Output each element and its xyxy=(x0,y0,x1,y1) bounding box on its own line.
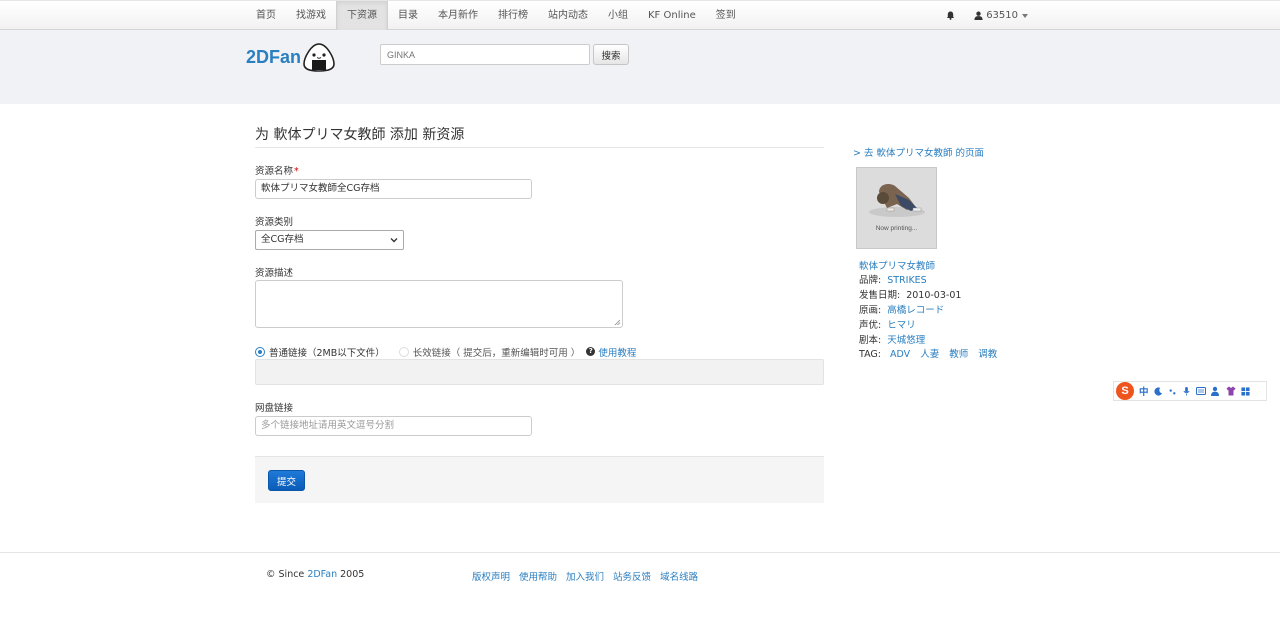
writer-link[interactable]: 天城悠理 xyxy=(887,335,925,346)
description-label: 资源描述 xyxy=(255,268,294,279)
link-type-radio-group: 普通链接（2MB以下文件） 长效链接（ 提交后，重新编辑时可用 ） ? 使用教程 xyxy=(255,345,636,359)
radio-normal-link[interactable] xyxy=(255,346,265,357)
required-mark: * xyxy=(294,166,299,177)
radio-long-link-label[interactable]: 长效链接（ 提交后，重新编辑时可用 ） xyxy=(413,345,581,359)
user-icon xyxy=(974,11,983,20)
tag-link[interactable]: 调教 xyxy=(978,349,997,360)
nav-item-rankings[interactable]: 排行榜 xyxy=(488,1,538,30)
ime-chinese-mode[interactable]: 中 xyxy=(1139,384,1149,398)
ime-toolbar[interactable]: S 中 xyxy=(1113,381,1267,401)
goto-game-page-link[interactable]: > 去 軟体プリマ女教師 的页面 xyxy=(853,145,984,159)
info-cv-row: 声优: ヒマリ xyxy=(859,320,916,331)
release-date: 2010-03-01 xyxy=(906,290,962,301)
nav-item-home[interactable]: 首页 xyxy=(246,1,286,30)
chevron-down-icon xyxy=(390,238,398,243)
nav-right: 63510 xyxy=(940,1,1028,30)
site-header: 2DFan 搜索 xyxy=(0,30,1280,104)
resource-name-input[interactable]: 軟体プリマ女教師全CG存档 xyxy=(255,179,532,199)
game-title-link[interactable]: 軟体プリマ女教師 xyxy=(859,261,935,272)
title-divider xyxy=(255,147,824,148)
radio-normal-link-label[interactable]: 普通链接（2MB以下文件） xyxy=(269,345,385,359)
footer-link-domains[interactable]: 域名线路 xyxy=(660,569,698,583)
bell-icon[interactable] xyxy=(940,1,960,30)
footer-links: 版权声明 使用帮助 加入我们 站务反馈 域名线路 xyxy=(472,569,707,583)
search-input[interactable] xyxy=(380,44,590,65)
help-tutorial-link[interactable]: 使用教程 xyxy=(598,345,636,359)
resource-name-label: 资源名称* xyxy=(255,166,299,177)
footer-copyright: © Since 2DFan 2005 xyxy=(266,569,365,580)
brand-link[interactable]: STRIKES xyxy=(887,275,927,286)
skin-shirt-icon[interactable] xyxy=(1226,386,1236,396)
voice-actor-link[interactable]: ヒマリ xyxy=(887,320,916,331)
info-brand-row: 品牌: STRIKES xyxy=(859,275,927,286)
resize-grip-icon[interactable] xyxy=(614,319,621,326)
tag-link[interactable]: 人妻 xyxy=(920,349,939,360)
site-logo[interactable]: 2DFan xyxy=(246,47,301,68)
file-upload-area[interactable] xyxy=(255,359,824,385)
sogou-logo-icon[interactable]: S xyxy=(1116,382,1134,400)
tag-link[interactable]: ADV xyxy=(890,349,910,360)
microphone-icon[interactable] xyxy=(1182,386,1191,396)
question-circle-icon: ? xyxy=(586,347,596,356)
nav-item-activity[interactable]: 站内动态 xyxy=(538,1,598,30)
footer-brand-link[interactable]: 2DFan xyxy=(307,569,337,580)
tag-link[interactable]: 教师 xyxy=(949,349,968,360)
category-label: 资源类别 xyxy=(255,217,294,228)
footer-link-help[interactable]: 使用帮助 xyxy=(519,569,557,583)
nav-item-find-games[interactable]: 找游戏 xyxy=(286,1,336,30)
nav-item-downloads[interactable]: 下资源 xyxy=(336,1,388,30)
page-title: 为 軟体プリマ女教師 添加 新资源 xyxy=(255,127,465,143)
category-selected-value: 全CG存档 xyxy=(261,234,304,245)
nav-item-new-this-month[interactable]: 本月新作 xyxy=(428,1,488,30)
footer-link-copyright[interactable]: 版权声明 xyxy=(472,569,510,583)
footer-link-join-us[interactable]: 加入我们 xyxy=(566,569,604,583)
moon-icon[interactable] xyxy=(1153,386,1163,396)
category-select[interactable]: 全CG存档 xyxy=(255,230,404,250)
artist-link[interactable]: 高橋レコード xyxy=(887,305,944,316)
nav-menu: 首页 找游戏 下资源 目录 本月新作 排行榜 站内动态 小组 KF Online… xyxy=(246,1,746,30)
username: 63510 xyxy=(986,10,1018,21)
info-writer-row: 剧本: 天城悠理 xyxy=(859,335,926,346)
radio-long-link[interactable] xyxy=(398,346,409,357)
form-actions: 提交 xyxy=(255,456,824,503)
description-textarea[interactable] xyxy=(255,280,623,328)
game-cover-image[interactable]: Now printing... xyxy=(856,167,937,249)
keyboard-icon[interactable] xyxy=(1195,387,1206,395)
netdisk-label: 网盘链接 xyxy=(255,403,294,414)
nav-item-catalog[interactable]: 目录 xyxy=(388,1,428,30)
punctuation-icon[interactable] xyxy=(1168,387,1177,396)
user-menu-dropdown[interactable]: 63510 xyxy=(974,10,1028,21)
nav-item-kf-online[interactable]: KF Online xyxy=(638,1,706,30)
nav-item-groups[interactable]: 小组 xyxy=(598,1,638,30)
chevron-down-icon xyxy=(1022,13,1028,18)
info-art-row: 原画: 高橋レコード xyxy=(859,305,945,316)
submit-button[interactable]: 提交 xyxy=(268,470,305,491)
search-button[interactable]: 搜索 xyxy=(593,44,629,65)
now-printing-figure-icon xyxy=(869,184,925,217)
footer-link-feedback[interactable]: 站务反馈 xyxy=(613,569,651,583)
netdisk-links-input[interactable]: 多个链接地址请用英文逗号分割 xyxy=(255,416,532,436)
info-date-row: 发售日期: 2010-03-01 xyxy=(859,290,962,301)
onigiri-mascot-icon xyxy=(303,43,335,72)
footer-divider xyxy=(0,552,1280,553)
cover-caption: Now printing... xyxy=(875,225,918,232)
top-navbar: 首页 找游戏 下资源 目录 本月新作 排行榜 站内动态 小组 KF Online… xyxy=(0,0,1280,30)
grid-menu-icon[interactable] xyxy=(1240,386,1250,396)
nav-item-checkin[interactable]: 签到 xyxy=(706,1,746,30)
user-settings-icon[interactable] xyxy=(1210,386,1221,396)
info-tags-row: TAG: ADV 人妻 教师 调教 xyxy=(859,349,998,360)
